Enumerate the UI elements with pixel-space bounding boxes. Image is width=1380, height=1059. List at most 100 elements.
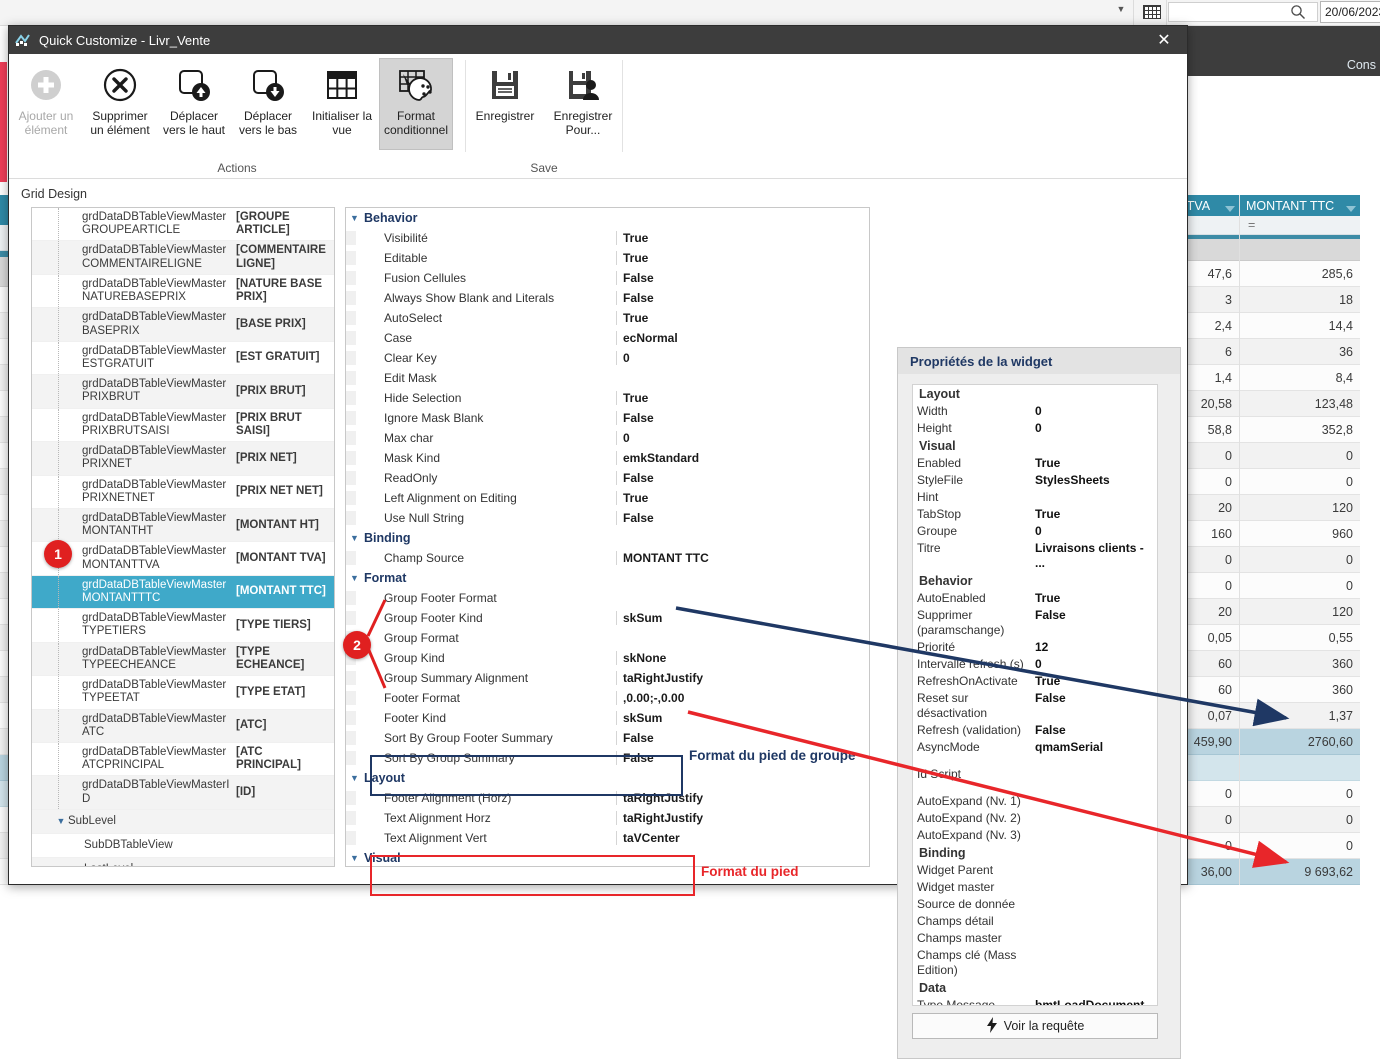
property-value[interactable]: 0 xyxy=(616,431,869,445)
grid-cell-montant-ttc[interactable]: 0 xyxy=(1240,833,1360,859)
add-element-button[interactable]: Ajouter un élément xyxy=(9,58,83,150)
property-grid[interactable]: ▼BehaviorVisibilitéTrueEditableTrueFusio… xyxy=(345,207,870,867)
property-value[interactable]: True xyxy=(616,251,869,265)
tree-item[interactable]: grdDataDBTableViewMasterPRIXBRUT[PRIX BR… xyxy=(32,375,334,408)
property-row[interactable]: EditableTrue xyxy=(346,248,869,268)
widget-property-row[interactable]: Intervalle refresh (s)0 xyxy=(913,656,1157,673)
widget-property-row[interactable]: Refresh (validation)False xyxy=(913,722,1157,739)
widget-property-row[interactable]: Source de donnée xyxy=(913,896,1157,913)
widget-property-value[interactable]: bmtLoadDocument xyxy=(1035,998,1157,1006)
property-value[interactable]: taRightJustify xyxy=(616,671,869,685)
filter-icon[interactable] xyxy=(1346,206,1356,212)
widget-property-value[interactable]: 12 xyxy=(1035,640,1157,655)
grid-cell-montant-ttc[interactable]: 120 xyxy=(1240,599,1360,625)
widget-property-value[interactable] xyxy=(1035,948,1157,978)
chevron-down-icon[interactable]: ▼ xyxy=(54,816,68,826)
move-up-button[interactable]: Déplacer vers le haut xyxy=(157,58,231,150)
property-row[interactable]: Text Alignment HorztaRightJustify xyxy=(346,808,869,828)
property-row[interactable]: Use Null StringFalse xyxy=(346,508,869,528)
widget-property-value[interactable] xyxy=(1035,863,1157,878)
widget-property-row[interactable]: Groupe0 xyxy=(913,523,1157,540)
property-row[interactable]: Ignore Mask BlankFalse xyxy=(346,408,869,428)
widget-property-row[interactable]: EnabledTrue xyxy=(913,455,1157,472)
property-row[interactable]: Edit Mask xyxy=(346,368,869,388)
conditional-format-button[interactable]: Format conditionnel xyxy=(379,58,453,150)
tree-item[interactable]: grdDataDBTableViewMasterPRIXNETNET[PRIX … xyxy=(32,476,334,509)
date-field[interactable]: 20/06/2023 xyxy=(1320,1,1380,23)
grid-cell-montant-ttc[interactable]: 360 xyxy=(1240,651,1360,677)
widget-property-row[interactable]: TabStopTrue xyxy=(913,506,1157,523)
grid-cell-montant-ttc[interactable] xyxy=(1240,755,1360,781)
property-value[interactable]: ecNormal xyxy=(616,331,869,345)
property-value[interactable]: emkStandard xyxy=(616,451,869,465)
background-data-grid[interactable]: T TVA 47,632,461,420,5858,8002016000200,… xyxy=(1170,195,1380,885)
tree-node[interactable]: ▼LastLevel xyxy=(32,858,334,867)
grid-cell-montant-ttc[interactable]: 960 xyxy=(1240,521,1360,547)
property-category[interactable]: ▼Layout xyxy=(346,768,869,788)
widget-property-value[interactable] xyxy=(1035,490,1157,505)
tree-item-selected[interactable]: grdDataDBTableViewMasterMONTANTTTC[MONTA… xyxy=(32,576,334,609)
property-value[interactable]: taRightJustify xyxy=(616,791,869,805)
property-row[interactable]: Always Show Blank and LiteralsFalse xyxy=(346,288,869,308)
property-row[interactable]: Text Alignment VerttaVCenter xyxy=(346,828,869,848)
property-value[interactable]: skSum xyxy=(616,711,869,725)
widget-property-value[interactable]: True xyxy=(1035,507,1157,522)
widget-property-row[interactable]: Champs détail xyxy=(913,913,1157,930)
grid-cell-montant-ttc[interactable]: 120 xyxy=(1240,495,1360,521)
widget-property-value[interactable] xyxy=(1035,914,1157,929)
widget-property-row[interactable]: Champs master xyxy=(913,930,1157,947)
chevron-down-icon[interactable]: ▼ xyxy=(350,773,364,783)
grid-cell-montant-ttc[interactable]: 14,4 xyxy=(1240,313,1360,339)
tree-item[interactable]: grdDataDBTableViewMasterNATUREBASEPRIX[N… xyxy=(32,275,334,308)
property-value[interactable]: skSum xyxy=(616,611,869,625)
tree-node[interactable]: ▼SubLevel xyxy=(32,810,334,834)
widget-property-row[interactable]: Supprimer (paramschange)False xyxy=(913,607,1157,639)
property-value[interactable]: False xyxy=(616,271,869,285)
property-row[interactable]: CaseecNormal xyxy=(346,328,869,348)
property-row[interactable]: Clear Key0 xyxy=(346,348,869,368)
widget-property-value[interactable]: True xyxy=(1035,591,1157,606)
grid-cell-montant-ttc[interactable]: 0 xyxy=(1240,781,1360,807)
tree-item[interactable]: grdDataDBTableViewMasterATC[ATC] xyxy=(32,710,334,743)
widget-property-row[interactable]: Priorité12 xyxy=(913,639,1157,656)
tree-item[interactable]: grdDataDBTableViewMasterTYPEETAT[TYPE ET… xyxy=(32,676,334,709)
widget-properties-list[interactable]: LayoutWidth0Height0VisualEnabledTrueStyl… xyxy=(912,384,1158,1006)
property-category[interactable]: ▼Format xyxy=(346,568,869,588)
filter-cell-montant-ttc[interactable]: = xyxy=(1240,216,1360,235)
widget-property-row[interactable]: TitreLivraisons clients - ... xyxy=(913,540,1157,572)
widget-property-row[interactable]: AutoExpand (Nv. 3) xyxy=(913,827,1157,844)
widget-property-value[interactable]: False xyxy=(1035,608,1157,638)
chevron-down-icon[interactable]: ▼ xyxy=(350,213,364,223)
property-value[interactable]: False xyxy=(616,731,869,745)
widget-property-value[interactable] xyxy=(1035,828,1157,843)
property-row[interactable]: Mask KindemkStandard xyxy=(346,448,869,468)
widget-property-value[interactable]: 0 xyxy=(1035,421,1157,436)
property-value[interactable]: taVCenter xyxy=(616,831,869,845)
widget-property-row[interactable]: StyleFileStylesSheets xyxy=(913,472,1157,489)
widget-property-value[interactable]: StylesSheets xyxy=(1035,473,1157,488)
tree-item[interactable]: grdDataDBTableViewMasterMONTANTHT[MONTAN… xyxy=(32,509,334,542)
widget-property-row[interactable]: Hint xyxy=(913,489,1157,506)
grid-cell-montant-ttc[interactable]: 18 xyxy=(1240,287,1360,313)
grid-cell-montant-ttc[interactable]: 0 xyxy=(1240,807,1360,833)
widget-property-value[interactable]: 0 xyxy=(1035,524,1157,539)
property-row[interactable]: Footer KindskSum xyxy=(346,708,869,728)
widget-property-value[interactable] xyxy=(1035,811,1157,826)
reset-view-button[interactable]: Initialiser la vue xyxy=(305,58,379,150)
tree-item[interactable]: grdDataDBTableViewMasterBASEPRIX[BASE PR… xyxy=(32,308,334,341)
widget-property-value[interactable]: True xyxy=(1035,674,1157,689)
property-row[interactable]: ReadOnlyFalse xyxy=(346,468,869,488)
grid-cell-montant-ttc[interactable]: 8,4 xyxy=(1240,365,1360,391)
widget-property-value[interactable]: False xyxy=(1035,723,1157,738)
grid-cell-montant-ttc[interactable]: 2760,60 xyxy=(1240,729,1360,755)
property-row[interactable]: Max char0 xyxy=(346,428,869,448)
property-value[interactable]: True xyxy=(616,311,869,325)
property-row[interactable]: Group Footer KindskSum xyxy=(346,608,869,628)
tree-item[interactable]: grdDataDBTableViewMasterPRIXNET[PRIX NET… xyxy=(32,442,334,475)
widget-property-value[interactable]: 0 xyxy=(1035,657,1157,672)
widget-property-value[interactable] xyxy=(1035,880,1157,895)
search-icon[interactable] xyxy=(1290,4,1306,20)
move-down-button[interactable]: Déplacer vers le bas xyxy=(231,58,305,150)
tree-item[interactable]: grdDataDBTableViewMasterATCPRINCIPAL[ATC… xyxy=(32,743,334,776)
widget-property-row[interactable]: Type MessagebmtLoadDocument xyxy=(913,997,1157,1006)
